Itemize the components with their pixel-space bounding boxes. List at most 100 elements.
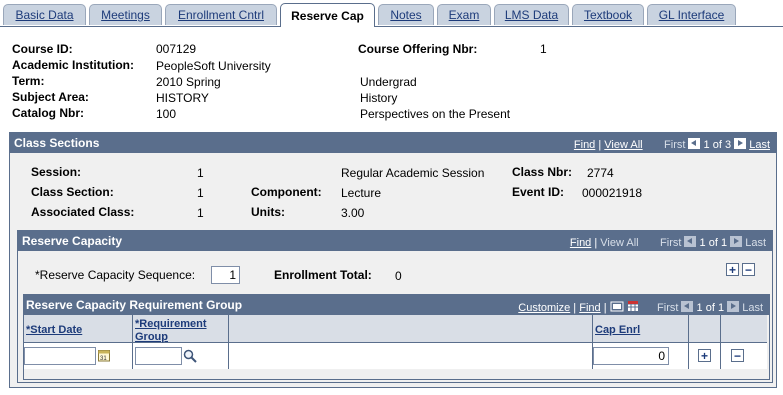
class-sections-view-all-link[interactable]: View All: [604, 139, 642, 151]
customize-link[interactable]: Customize: [518, 302, 570, 314]
enrollment-total-label: Enrollment Total:: [274, 268, 372, 282]
requirement-group-last: Last: [742, 302, 763, 314]
associated-class-value: 1: [197, 206, 204, 220]
cap-enrl-header-text[interactable]: Cap Enrl: [595, 324, 640, 337]
class-nbr-value: 2774: [587, 166, 614, 180]
subject-value: HISTORY: [156, 91, 209, 105]
reserve-capacity-nav: Find | View All First 1 of 1 Last: [569, 236, 766, 249]
tab-basic-data[interactable]: Basic Data: [3, 4, 86, 25]
course-id-label: Course ID:: [12, 42, 73, 56]
col-header-requirement-group[interactable]: *Requirement Group: [133, 315, 229, 343]
tab-enrollment-cntrl[interactable]: Enrollment Cntrl: [165, 4, 277, 25]
class-sections-range: 1 of 3: [703, 139, 732, 151]
add-reserve-button[interactable]: +: [726, 263, 739, 276]
reserve-capacity-last: Last: [745, 237, 766, 249]
requirement-group-grid: Reserve Capacity Requirement Group Custo…: [23, 294, 770, 380]
course-offering-label: Course Offering Nbr:: [358, 42, 478, 56]
tab-lms-data[interactable]: LMS Data: [494, 4, 569, 25]
col-header-delete: [721, 315, 767, 343]
delete-reserve-button[interactable]: −: [742, 263, 755, 276]
next-arrow-icon: [727, 301, 740, 312]
svg-text:31: 31: [100, 356, 107, 362]
prev-arrow-icon[interactable]: [688, 138, 701, 149]
class-sections-header: Class Sections Find | View All First 1 o…: [10, 133, 776, 153]
requirement-group-cell: [133, 343, 229, 369]
tab-textbook[interactable]: Textbook: [572, 4, 644, 25]
subject-label: Subject Area:: [12, 90, 89, 104]
reserve-seq-input[interactable]: [211, 266, 240, 284]
reserve-capacity-view-all: View All: [600, 237, 639, 249]
calendar-icon[interactable]: 31: [98, 349, 111, 362]
add-row-cell: +: [689, 343, 721, 369]
delete-row-cell: −: [721, 343, 767, 369]
session-label: Session:: [31, 165, 82, 179]
subject-desc: History: [360, 91, 398, 105]
requirement-group-header: Reserve Capacity Requirement Group Custo…: [24, 295, 769, 315]
cap-enrl-cell: [593, 343, 689, 369]
class-sections-group: Class Sections Find | View All First 1 o…: [9, 132, 777, 388]
session-desc: Regular Academic Session: [341, 166, 485, 180]
tab-meetings[interactable]: Meetings: [89, 4, 162, 25]
col-header-blank: [229, 315, 593, 343]
enrollment-total-value: 0: [395, 269, 402, 283]
class-section-value: 1: [197, 186, 204, 200]
class-sections-first: First: [664, 139, 686, 151]
next-arrow-icon: [730, 236, 743, 247]
associated-class-label: Associated Class:: [31, 205, 135, 219]
download-spreadsheet-icon[interactable]: [627, 300, 639, 312]
class-sections-find-link[interactable]: Find: [574, 139, 595, 151]
prev-arrow-icon: [681, 301, 694, 312]
class-nbr-label: Class Nbr:: [512, 165, 573, 179]
prev-arrow-icon: [684, 236, 697, 247]
institution-value: PeopleSoft University: [156, 59, 271, 73]
term-value: 2010 Spring: [156, 75, 221, 89]
class-sections-nav: Find | View All First 1 of 3 Last: [573, 138, 770, 151]
tab-bar: Basic Data Meetings Enrollment Cntrl Res…: [0, 0, 783, 27]
career-value: Undergrad: [360, 75, 417, 89]
course-offering-value: 1: [540, 42, 547, 56]
reserve-capacity-range: 1 of 1: [699, 237, 728, 249]
tab-notes[interactable]: Notes: [378, 4, 434, 25]
component-label: Component:: [251, 185, 322, 199]
units-label: Units:: [251, 205, 285, 219]
session-value: 1: [197, 166, 204, 180]
event-id-value: 000021918: [582, 186, 643, 200]
requirement-group-range: 1 of 1: [696, 302, 725, 314]
start-date-header-text[interactable]: *Start Date: [26, 324, 82, 337]
col-header-add: [689, 315, 721, 343]
reserve-capacity-title: Reserve Capacity: [22, 234, 123, 248]
class-sections-title: Class Sections: [14, 136, 100, 150]
catalog-value: 100: [156, 107, 177, 121]
view-all-grid-icon[interactable]: [610, 301, 624, 312]
start-date-cell: 31: [24, 343, 133, 369]
requirement-group-find-link[interactable]: Find: [579, 302, 600, 314]
blank-cell: [229, 343, 593, 369]
start-date-input[interactable]: [24, 347, 96, 365]
reserve-capacity-header: Reserve Capacity Find | View All First 1…: [18, 231, 772, 251]
catalog-desc: Perspectives on the Present: [360, 107, 511, 121]
class-section-label: Class Section:: [31, 185, 114, 199]
tab-exam[interactable]: Exam: [437, 4, 491, 25]
units-value: 3.00: [341, 206, 365, 220]
reserve-capacity-find-link[interactable]: Find: [570, 237, 591, 249]
col-header-start-date[interactable]: *Start Date: [24, 315, 133, 343]
requirement-group-input[interactable]: [135, 347, 182, 365]
next-arrow-icon[interactable]: [734, 138, 747, 149]
tab-gl-interface[interactable]: GL Interface: [647, 4, 736, 25]
requirement-group-first: First: [657, 302, 679, 314]
col-header-cap-enrl[interactable]: Cap Enrl: [593, 315, 689, 343]
magnifier-icon[interactable]: [183, 349, 197, 363]
class-sections-last-link[interactable]: Last: [749, 139, 770, 151]
requirement-group-header-line1[interactable]: *Requirement: [135, 318, 207, 331]
cap-enrl-input[interactable]: [593, 347, 669, 365]
event-id-label: Event ID:: [512, 185, 565, 199]
tab-reserve-cap[interactable]: Reserve Cap: [280, 3, 375, 27]
requirement-group-nav: Customize | Find | First 1 of 1 Last: [518, 300, 763, 314]
course-id-value: 007129: [156, 42, 197, 56]
add-row-button[interactable]: +: [698, 349, 711, 362]
component-value: Lecture: [341, 186, 382, 200]
reserve-capacity-group: Reserve Capacity Find | View All First 1…: [17, 230, 773, 383]
delete-row-button[interactable]: −: [731, 349, 744, 362]
reserve-capacity-first: First: [660, 237, 682, 249]
term-label: Term:: [12, 74, 45, 88]
